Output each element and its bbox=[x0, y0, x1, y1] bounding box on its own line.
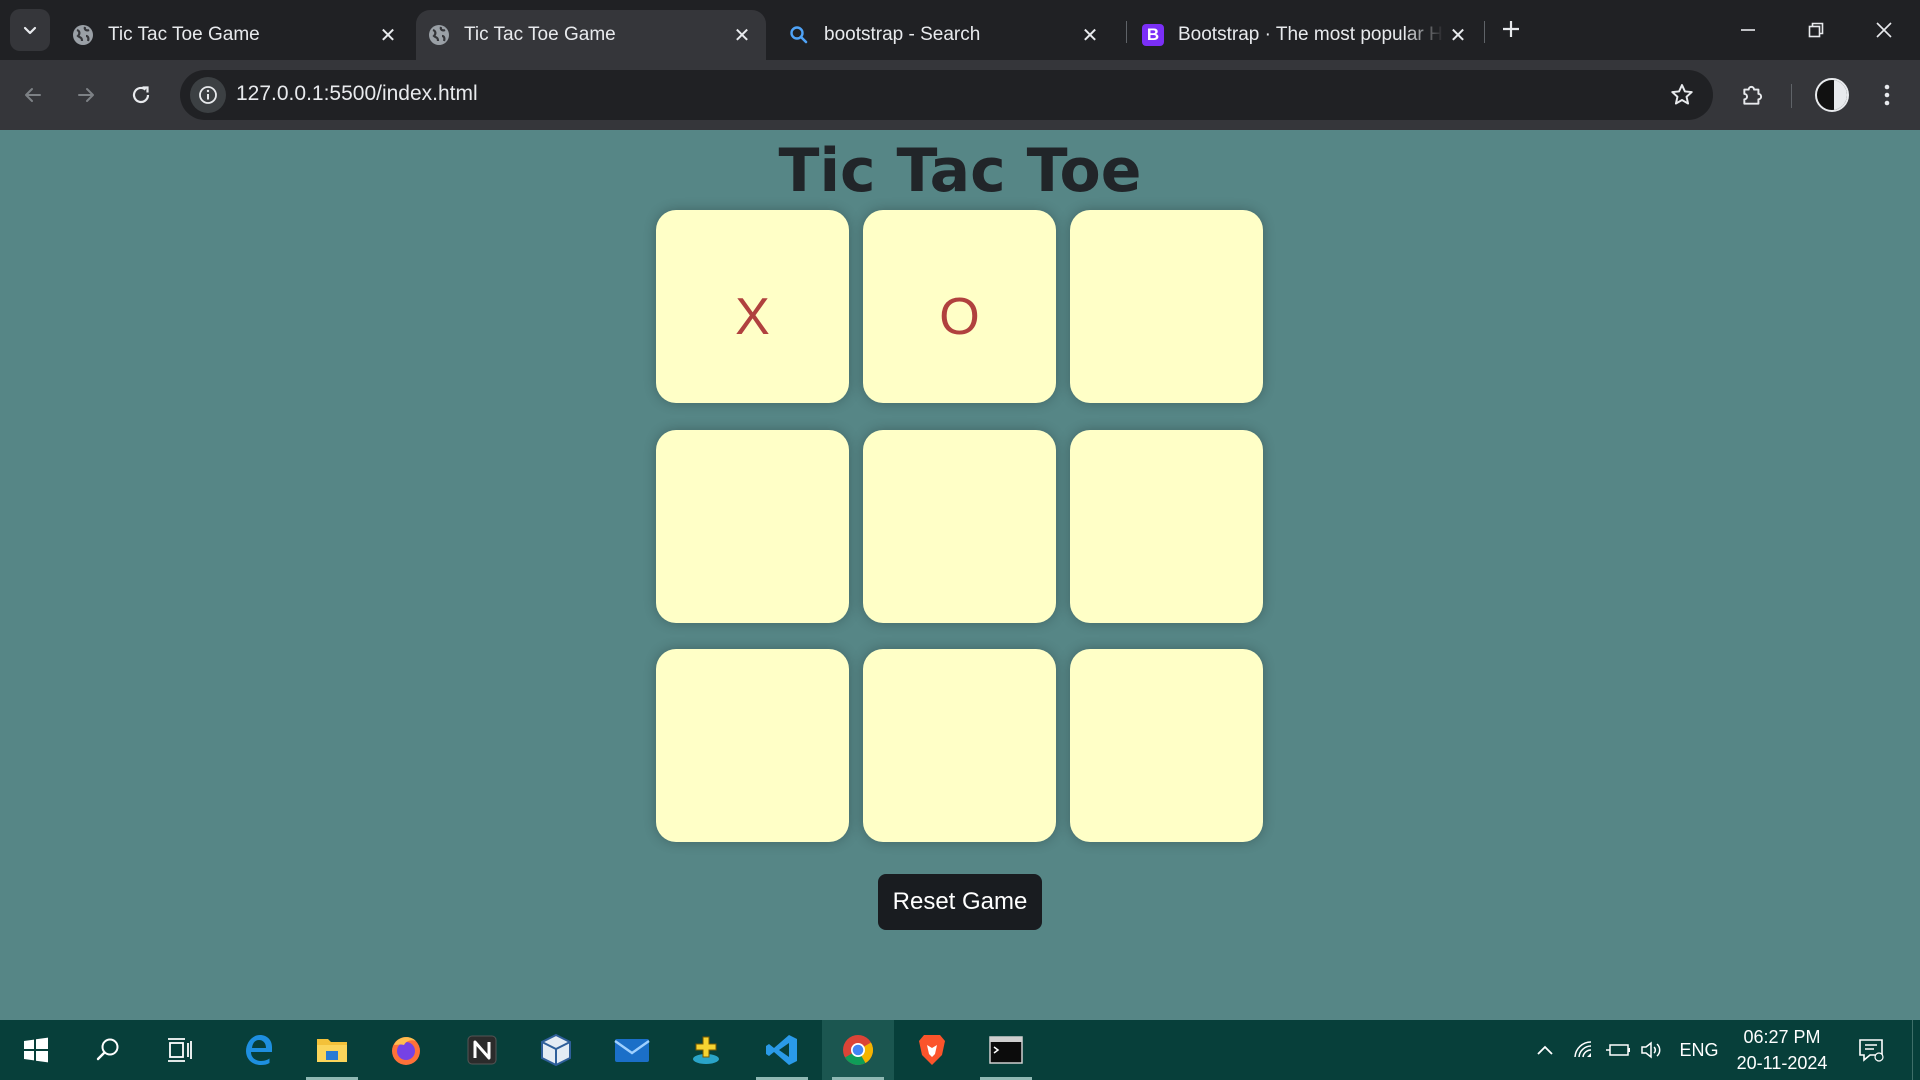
close-tab-icon[interactable]: ✕ bbox=[374, 21, 402, 49]
browser-toolbar: 127.0.0.1:5500/index.html bbox=[0, 60, 1920, 130]
mail-icon[interactable] bbox=[596, 1020, 668, 1080]
close-tab-icon[interactable]: ✕ bbox=[728, 21, 756, 49]
minimize-button[interactable] bbox=[1714, 0, 1782, 60]
arrow-left-icon bbox=[25, 88, 41, 102]
board-cell-1[interactable]: X bbox=[656, 210, 849, 403]
board-cell-2[interactable]: O bbox=[863, 210, 1056, 403]
search-icon bbox=[788, 24, 810, 46]
show-desktop-button[interactable] bbox=[1912, 1020, 1920, 1080]
start-icon[interactable] bbox=[0, 1020, 72, 1080]
board-cell-7[interactable] bbox=[656, 649, 849, 842]
plus-icon bbox=[1503, 21, 1519, 37]
new-tab-button[interactable] bbox=[1494, 12, 1528, 46]
back-button[interactable] bbox=[12, 74, 54, 116]
tab-strip: Tic Tac Toe Game ✕ Tic Tac Toe Game ✕ bo… bbox=[0, 0, 1920, 60]
show-hidden-icons-chevron-icon[interactable] bbox=[1532, 1020, 1558, 1080]
tab-bootstrap-search[interactable]: bootstrap - Search ✕ bbox=[776, 10, 1114, 60]
bookmark-star-icon[interactable] bbox=[1669, 82, 1695, 113]
restore-icon bbox=[1808, 22, 1824, 38]
reload-icon bbox=[132, 86, 150, 104]
task-view-icon[interactable] bbox=[144, 1020, 216, 1080]
board-cell-9[interactable] bbox=[1070, 649, 1263, 842]
search-icon[interactable] bbox=[72, 1020, 144, 1080]
url-text: 127.0.0.1:5500/index.html bbox=[236, 82, 478, 105]
clock-date: 20-11-2024 bbox=[1736, 1053, 1828, 1073]
board-cell-4[interactable] bbox=[656, 430, 849, 623]
windows-taskbar: ENG 06:27 PM 20-11-2024 bbox=[0, 1020, 1920, 1080]
volume-icon[interactable] bbox=[1638, 1020, 1666, 1080]
firefox-icon[interactable] bbox=[370, 1020, 442, 1080]
tab-bootstrap-site[interactable]: B Bootstrap · The most popular H ✕ bbox=[1130, 10, 1482, 60]
profile-avatar[interactable] bbox=[1815, 78, 1849, 112]
forward-button[interactable] bbox=[65, 74, 107, 116]
edge-icon[interactable] bbox=[222, 1020, 294, 1080]
browser-menu-button[interactable] bbox=[1866, 74, 1908, 116]
board-cell-8[interactable] bbox=[863, 649, 1056, 842]
site-info-icon[interactable] bbox=[190, 77, 226, 113]
battery-icon[interactable] bbox=[1604, 1020, 1632, 1080]
clock-time: 06:27 PM bbox=[1743, 1027, 1821, 1047]
tab-tic-tac-toe-1[interactable]: Tic Tac Toe Game ✕ bbox=[60, 10, 412, 60]
bootstrap-logo: B bbox=[1142, 24, 1164, 46]
network-icon[interactable] bbox=[1570, 1020, 1598, 1080]
game-launcher-icon[interactable] bbox=[670, 1020, 742, 1080]
close-tab-icon[interactable]: ✕ bbox=[1076, 21, 1104, 49]
game-board: X O bbox=[656, 210, 1264, 842]
notifications-icon[interactable] bbox=[1854, 1020, 1888, 1080]
toolbar-divider bbox=[1791, 84, 1792, 108]
tab-title: Tic Tac Toe Game bbox=[464, 24, 616, 45]
tab-title: Tic Tac Toe Game bbox=[108, 24, 260, 45]
puzzle-icon bbox=[1743, 85, 1763, 105]
tab-separator bbox=[1484, 21, 1485, 43]
system-clock[interactable]: 06:27 PM 20-11-2024 bbox=[1722, 1024, 1842, 1076]
close-icon bbox=[1876, 22, 1892, 38]
close-tab-icon[interactable]: ✕ bbox=[1444, 21, 1472, 49]
arrow-right-icon bbox=[78, 88, 94, 102]
board-cell-3[interactable] bbox=[1070, 210, 1263, 403]
reset-game-button[interactable]: Reset Game bbox=[878, 874, 1042, 930]
board-cell-6[interactable] bbox=[1070, 430, 1263, 623]
chrome-icon[interactable] bbox=[822, 1020, 894, 1080]
globe-icon bbox=[72, 24, 94, 46]
tab-search-button[interactable] bbox=[10, 9, 50, 51]
globe-icon bbox=[428, 24, 450, 46]
close-window-button[interactable] bbox=[1850, 0, 1918, 60]
tab-title: bootstrap - Search bbox=[824, 24, 981, 45]
board-cell-5[interactable] bbox=[863, 430, 1056, 623]
virtualbox-icon[interactable] bbox=[520, 1020, 592, 1080]
address-bar[interactable]: 127.0.0.1:5500/index.html bbox=[180, 70, 1713, 120]
tab-separator bbox=[1126, 21, 1127, 43]
tab-title: Bootstrap · The most popular H bbox=[1178, 24, 1443, 45]
brave-icon[interactable] bbox=[896, 1020, 968, 1080]
language-indicator[interactable]: ENG bbox=[1676, 1020, 1722, 1080]
extensions-button[interactable] bbox=[1732, 74, 1774, 116]
notion-icon[interactable] bbox=[446, 1020, 518, 1080]
tab-tic-tac-toe-2[interactable]: Tic Tac Toe Game ✕ bbox=[416, 10, 766, 60]
file-explorer-icon[interactable] bbox=[296, 1020, 368, 1080]
chevron-down-icon bbox=[23, 26, 37, 35]
terminal-icon[interactable] bbox=[970, 1020, 1042, 1080]
game-title: Tic Tac Toe bbox=[778, 136, 1142, 206]
reload-button[interactable] bbox=[120, 74, 162, 116]
more-vertical-icon bbox=[1884, 84, 1890, 106]
page-content: Tic Tac Toe X O Reset Game bbox=[0, 130, 1920, 1020]
minimize-icon bbox=[1741, 29, 1755, 31]
restore-button[interactable] bbox=[1782, 0, 1850, 60]
vscode-icon[interactable] bbox=[746, 1020, 818, 1080]
